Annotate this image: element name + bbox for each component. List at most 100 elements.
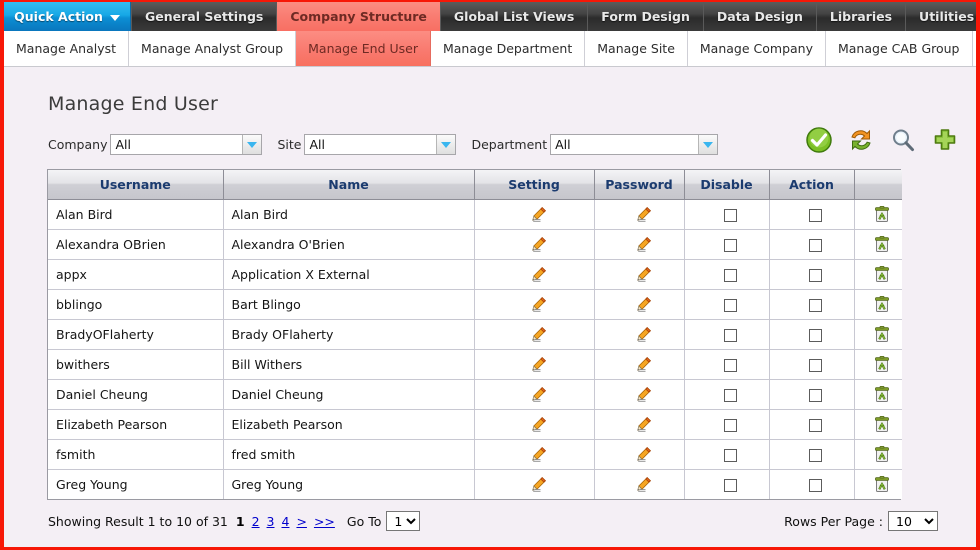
tab-manage-analyst-group[interactable]: Manage Analyst Group xyxy=(129,31,297,66)
edit-pencil-icon[interactable] xyxy=(530,356,547,373)
menu-item-company-structure[interactable]: Company Structure xyxy=(276,2,440,31)
edit-pencil-icon[interactable] xyxy=(635,416,652,433)
recycle-bin-icon[interactable] xyxy=(874,356,890,373)
recycle-bin-icon[interactable] xyxy=(874,206,890,223)
edit-pencil-icon[interactable] xyxy=(635,476,652,493)
page-link-3[interactable]: 3 xyxy=(267,514,275,529)
recycle-bin-icon[interactable] xyxy=(874,476,890,493)
cell-action xyxy=(769,319,855,350)
action-checkbox[interactable] xyxy=(809,209,822,222)
department-filter-select[interactable]: All xyxy=(550,134,719,155)
recycle-bin-icon[interactable] xyxy=(874,386,890,403)
cell-password xyxy=(594,319,685,350)
menu-item-utilities[interactable]: Utilities xyxy=(905,2,976,31)
column-header-password[interactable]: Password xyxy=(594,170,685,200)
edit-pencil-icon[interactable] xyxy=(635,356,652,373)
search-icon[interactable] xyxy=(890,127,916,153)
action-checkbox[interactable] xyxy=(809,359,822,372)
cell-name: Alexandra O'Brien xyxy=(223,229,475,260)
column-header-name[interactable]: Name xyxy=(223,170,475,200)
action-checkbox[interactable] xyxy=(809,389,822,402)
action-checkbox[interactable] xyxy=(809,449,822,462)
edit-pencil-icon[interactable] xyxy=(635,266,652,283)
cell-action xyxy=(769,229,855,260)
disable-checkbox[interactable] xyxy=(724,299,737,312)
pagination: 1 2 3 4 > >> xyxy=(236,514,335,529)
disable-checkbox[interactable] xyxy=(724,479,737,492)
edit-pencil-icon[interactable] xyxy=(635,326,652,343)
tab-manage-department[interactable]: Manage Department xyxy=(430,31,586,66)
edit-pencil-icon[interactable] xyxy=(530,386,547,403)
disable-checkbox[interactable] xyxy=(724,449,737,462)
recycle-bin-icon[interactable] xyxy=(874,266,890,283)
disable-checkbox[interactable] xyxy=(724,419,737,432)
edit-pencil-icon[interactable] xyxy=(530,416,547,433)
column-header-setting[interactable]: Setting xyxy=(474,170,595,200)
recycle-bin-icon[interactable] xyxy=(874,236,890,253)
page-link-1[interactable]: 1 xyxy=(236,514,245,529)
menu-item-libraries[interactable]: Libraries xyxy=(815,2,905,31)
edit-pencil-icon[interactable] xyxy=(530,446,547,463)
recycle-bin-icon[interactable] xyxy=(874,326,890,343)
chevron-down-icon xyxy=(436,135,456,154)
quick-action-button[interactable]: Quick Action xyxy=(4,2,131,31)
disable-checkbox[interactable] xyxy=(724,389,737,402)
page-next-link[interactable]: > xyxy=(296,514,306,529)
table-header-row: Username Name Setting Password Disable A… xyxy=(48,170,902,200)
edit-pencil-icon[interactable] xyxy=(635,206,652,223)
recycle-bin-icon[interactable] xyxy=(874,296,890,313)
edit-pencil-icon[interactable] xyxy=(635,386,652,403)
disable-checkbox[interactable] xyxy=(724,329,737,342)
edit-pencil-icon[interactable] xyxy=(530,476,547,493)
edit-pencil-icon[interactable] xyxy=(530,236,547,253)
tab-manage-end-user[interactable]: Manage End User xyxy=(296,31,431,66)
edit-pencil-icon[interactable] xyxy=(530,326,547,343)
action-checkbox[interactable] xyxy=(809,269,822,282)
disable-checkbox[interactable] xyxy=(724,209,737,222)
rows-per-page-select[interactable]: 102050100 xyxy=(888,511,938,531)
menu-item-general-settings[interactable]: General Settings xyxy=(131,2,276,31)
cell-setting xyxy=(474,439,595,470)
tab-manage-analyst-absence-approver[interactable]: Manage Analyst Absence Ap xyxy=(972,31,976,66)
action-checkbox[interactable] xyxy=(809,479,822,492)
action-checkbox[interactable] xyxy=(809,419,822,432)
site-filter-select[interactable]: All xyxy=(304,134,457,155)
edit-pencil-icon[interactable] xyxy=(635,446,652,463)
edit-pencil-icon[interactable] xyxy=(530,206,547,223)
recycle-bin-icon[interactable] xyxy=(874,446,890,463)
page-link-2[interactable]: 2 xyxy=(252,514,260,529)
disable-checkbox[interactable] xyxy=(724,239,737,252)
cell-password xyxy=(594,259,685,290)
page-last-link[interactable]: >> xyxy=(314,514,335,529)
action-checkbox[interactable] xyxy=(809,329,822,342)
menu-item-global-list-views[interactable]: Global List Views xyxy=(439,2,587,31)
approve-check-icon[interactable] xyxy=(806,127,832,153)
menu-item-data-design[interactable]: Data Design xyxy=(702,2,816,31)
company-filter-select[interactable]: All xyxy=(110,134,263,155)
edit-pencil-icon[interactable] xyxy=(530,296,547,313)
column-header-username[interactable]: Username xyxy=(48,170,224,200)
edit-pencil-icon[interactable] xyxy=(635,296,652,313)
disable-checkbox[interactable] xyxy=(724,359,737,372)
tab-manage-cab-group[interactable]: Manage CAB Group xyxy=(825,31,973,66)
action-checkbox[interactable] xyxy=(809,299,822,312)
add-plus-icon[interactable] xyxy=(932,127,958,153)
page-link-4[interactable]: 4 xyxy=(282,514,290,529)
edit-pencil-icon[interactable] xyxy=(530,266,547,283)
cell-action xyxy=(769,439,855,470)
company-filter-label: Company xyxy=(48,137,108,152)
refresh-icon[interactable] xyxy=(848,127,874,153)
action-checkbox[interactable] xyxy=(809,239,822,252)
recycle-bin-icon[interactable] xyxy=(874,416,890,433)
tab-manage-site[interactable]: Manage Site xyxy=(585,31,688,66)
edit-pencil-icon[interactable] xyxy=(635,236,652,253)
column-header-disable[interactable]: Disable xyxy=(684,170,770,200)
column-header-action[interactable]: Action xyxy=(769,170,855,200)
goto-page-select[interactable]: 1234 xyxy=(386,511,421,531)
tab-manage-company[interactable]: Manage Company xyxy=(687,31,826,66)
cell-username: Alan Bird xyxy=(48,199,224,230)
cell-password xyxy=(594,439,685,470)
tab-manage-analyst[interactable]: Manage Analyst xyxy=(4,31,130,66)
disable-checkbox[interactable] xyxy=(724,269,737,282)
menu-item-form-design[interactable]: Form Design xyxy=(587,2,703,31)
